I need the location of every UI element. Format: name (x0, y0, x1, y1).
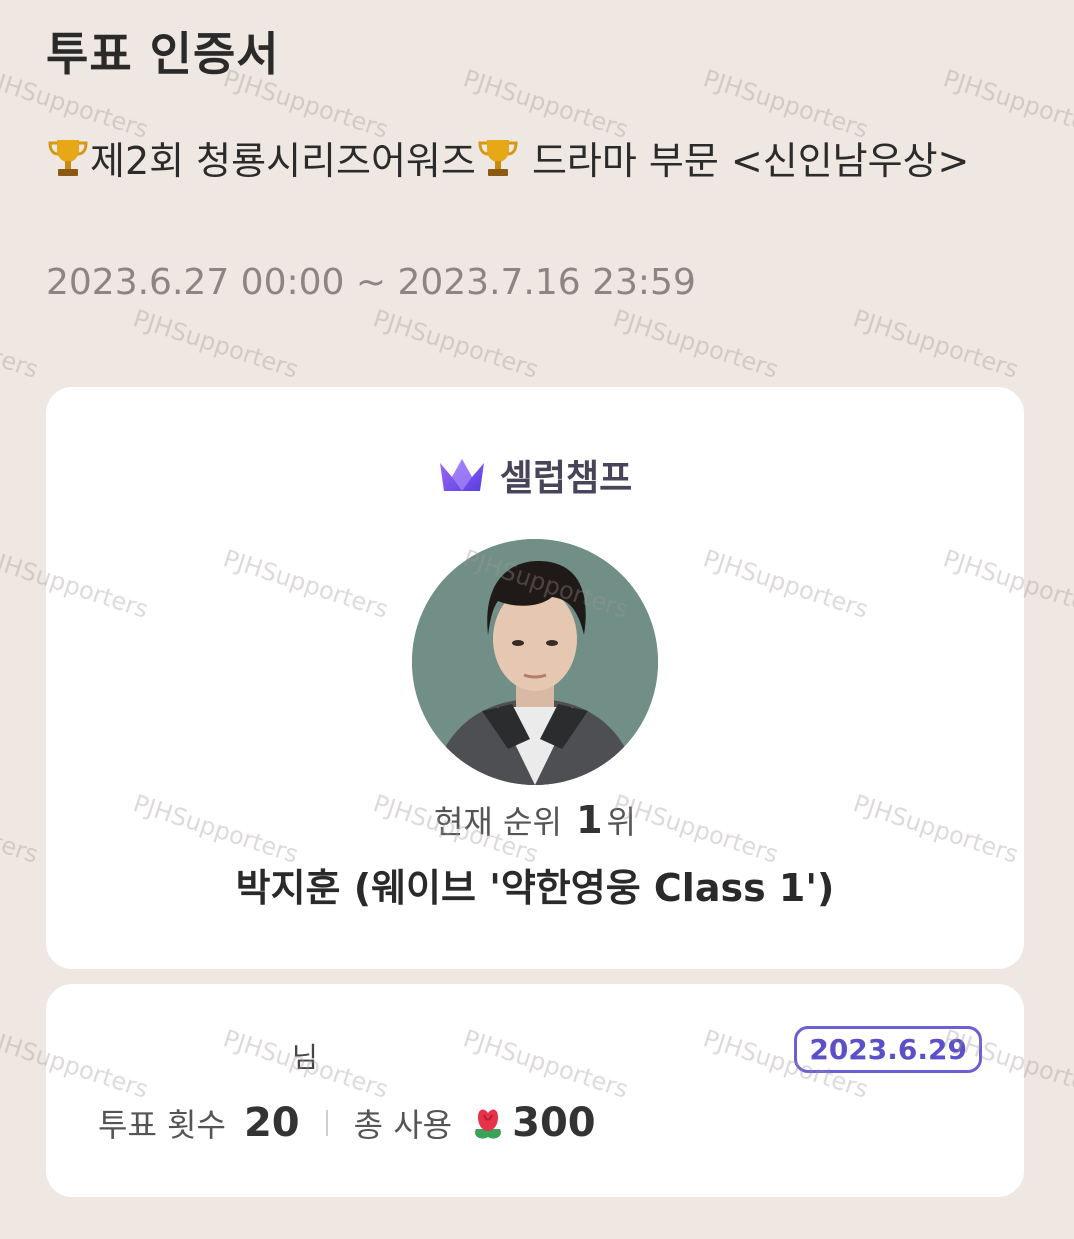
date-badge: 2023.6.29 (794, 1026, 982, 1073)
watermark-text: PJHSupporters (609, 304, 782, 384)
vote-certificate-page: 투표 인증서 제2회 청룡시리즈어워즈 드라마 부문 <신인남우상> 2023.… (0, 0, 1074, 1239)
trophy-icon (478, 140, 518, 176)
flower-icon (475, 1109, 502, 1139)
brand-logo: 셀럽챔프 (46, 449, 1024, 501)
watermark-text: PJHSupporters (0, 789, 42, 869)
total-value: 300 (512, 1100, 596, 1146)
rank-label: 현재 순위 (433, 803, 562, 841)
rank-value: 1 (576, 798, 603, 842)
divider (325, 1110, 328, 1136)
current-rank: 현재 순위 1위 (46, 797, 1024, 843)
vote-title-category: 드라마 부문 <신인남우상> (519, 139, 970, 183)
watermark-text: PJHSupporters (0, 304, 42, 384)
trophy-icon (48, 140, 88, 176)
watermark-text: PJHSupporters (129, 304, 302, 384)
votes-value: 20 (243, 1100, 300, 1146)
user-name-suffix: 님 (292, 1041, 318, 1074)
vote-title: 제2회 청룡시리즈어워즈 드라마 부문 <신인남우상> (46, 128, 1026, 194)
vote-summary-card: 님 2023.6.29 투표 횟수 20 총 사용 300 (46, 984, 1024, 1197)
brand-name: 셀럽챔프 (499, 458, 633, 499)
vote-title-text: 제2회 청룡시리즈어워즈 (90, 139, 476, 183)
candidate-avatar (412, 539, 658, 785)
candidate-card: 셀럽챔프 현재 순위 1 위 박지훈 (웨이브 '약한영웅 Class 1') (46, 387, 1024, 969)
page-title: 투표 인증서 (46, 27, 280, 81)
candidate-name: 박지훈 (웨이브 '약한영웅 Class 1') (235, 866, 835, 910)
watermark-text: PJHSupporters (369, 304, 542, 384)
vote-stats: 투표 횟수 20 총 사용 300 (98, 1100, 596, 1146)
crown-logo-icon (439, 459, 484, 491)
total-label: 총 사용 (353, 1106, 453, 1144)
watermark-text: PJHSupporters (849, 304, 1022, 384)
votes-label: 투표 횟수 (98, 1106, 226, 1144)
rank-suffix: 위 (606, 803, 636, 841)
vote-period: 2023.6.27 00:00 ~ 2023.7.16 23:59 (46, 262, 696, 303)
